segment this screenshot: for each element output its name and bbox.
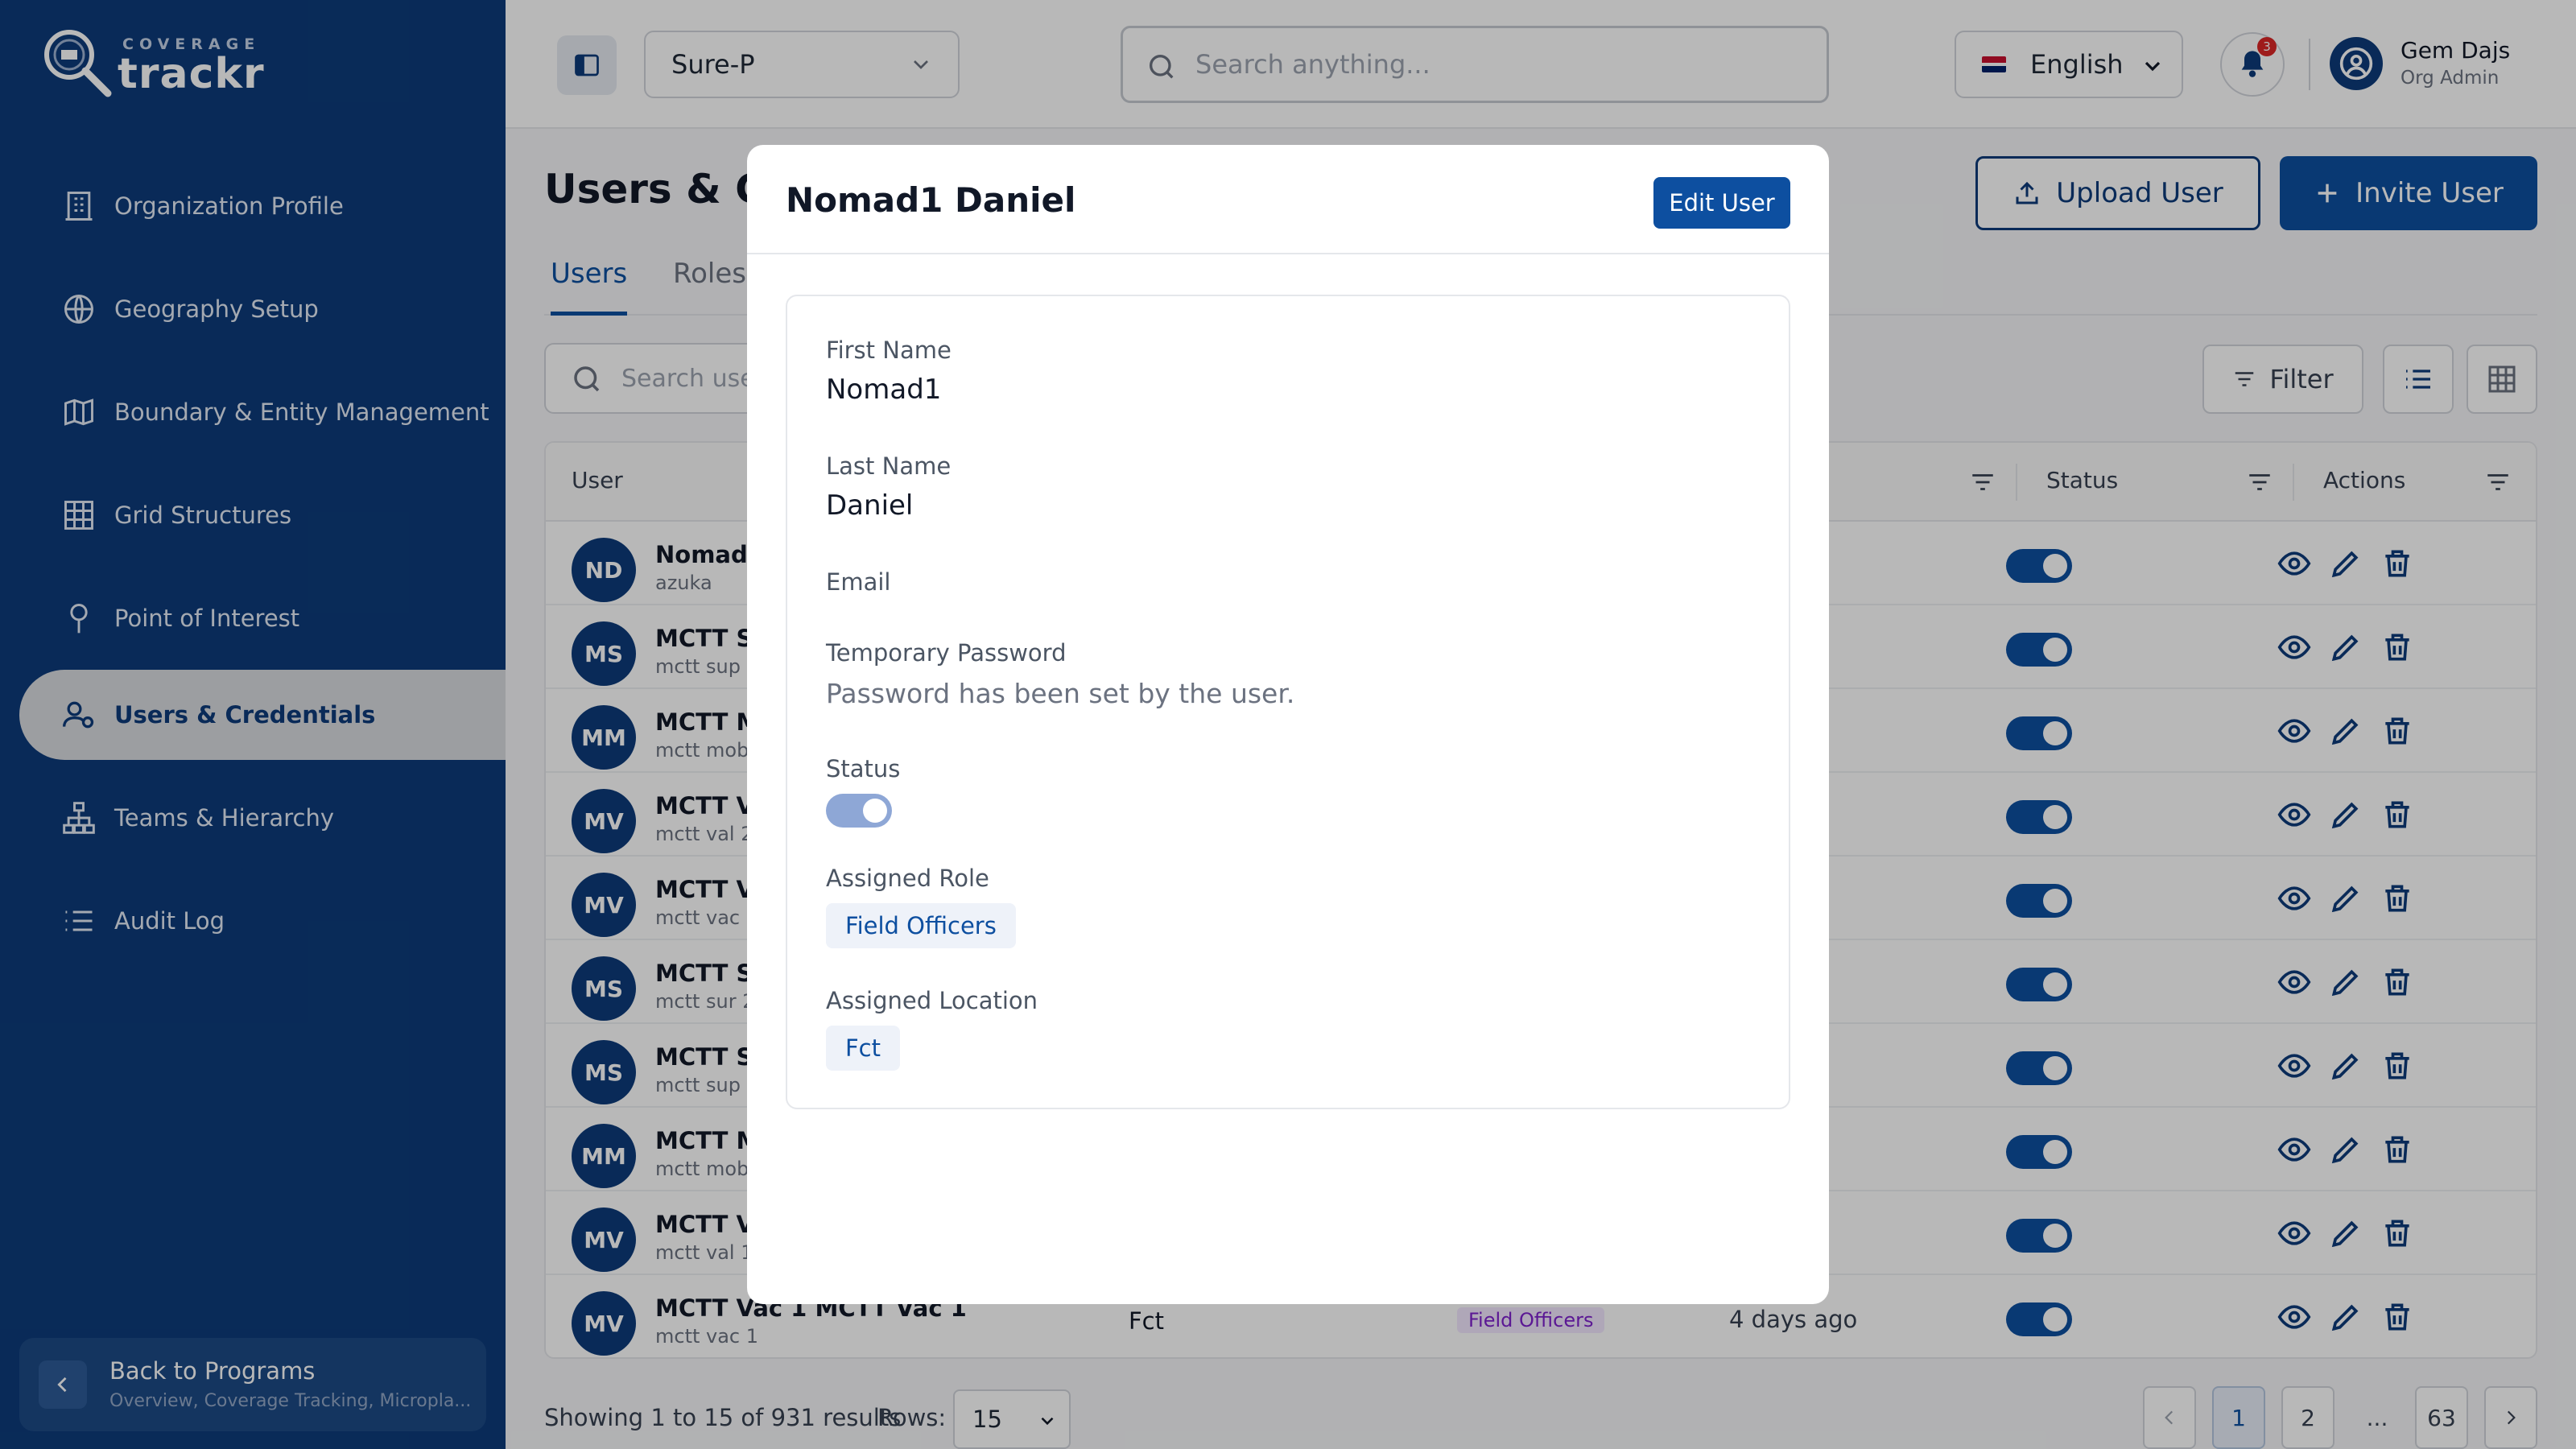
last-name-label: Last Name (826, 452, 952, 480)
assigned-location-chip: Fct (826, 1026, 900, 1071)
status-label: Status (826, 755, 901, 782)
email-label: Email (826, 568, 891, 596)
assigned-role-chip: Field Officers (826, 903, 1016, 948)
user-details-card: First Name Nomad1 Last Name Daniel Email… (786, 295, 1790, 1109)
first-name-value: Nomad1 (826, 374, 942, 406)
user-details-modal: Nomad1 Daniel Edit User First Name Nomad… (747, 145, 1829, 1304)
assigned-location-label: Assigned Location (826, 987, 1038, 1014)
temp-password-label: Temporary Password (826, 639, 1067, 667)
first-name-label: First Name (826, 336, 952, 364)
edit-user-button[interactable]: Edit User (1653, 177, 1790, 229)
last-name-value: Daniel (826, 489, 914, 522)
temp-password-value: Password has been set by the user. (826, 678, 1295, 709)
assigned-role-label: Assigned Role (826, 865, 989, 892)
modal-title: Nomad1 Daniel (786, 180, 1076, 220)
modal-header: Nomad1 Daniel Edit User (747, 145, 1829, 254)
status-toggle[interactable] (826, 794, 892, 828)
